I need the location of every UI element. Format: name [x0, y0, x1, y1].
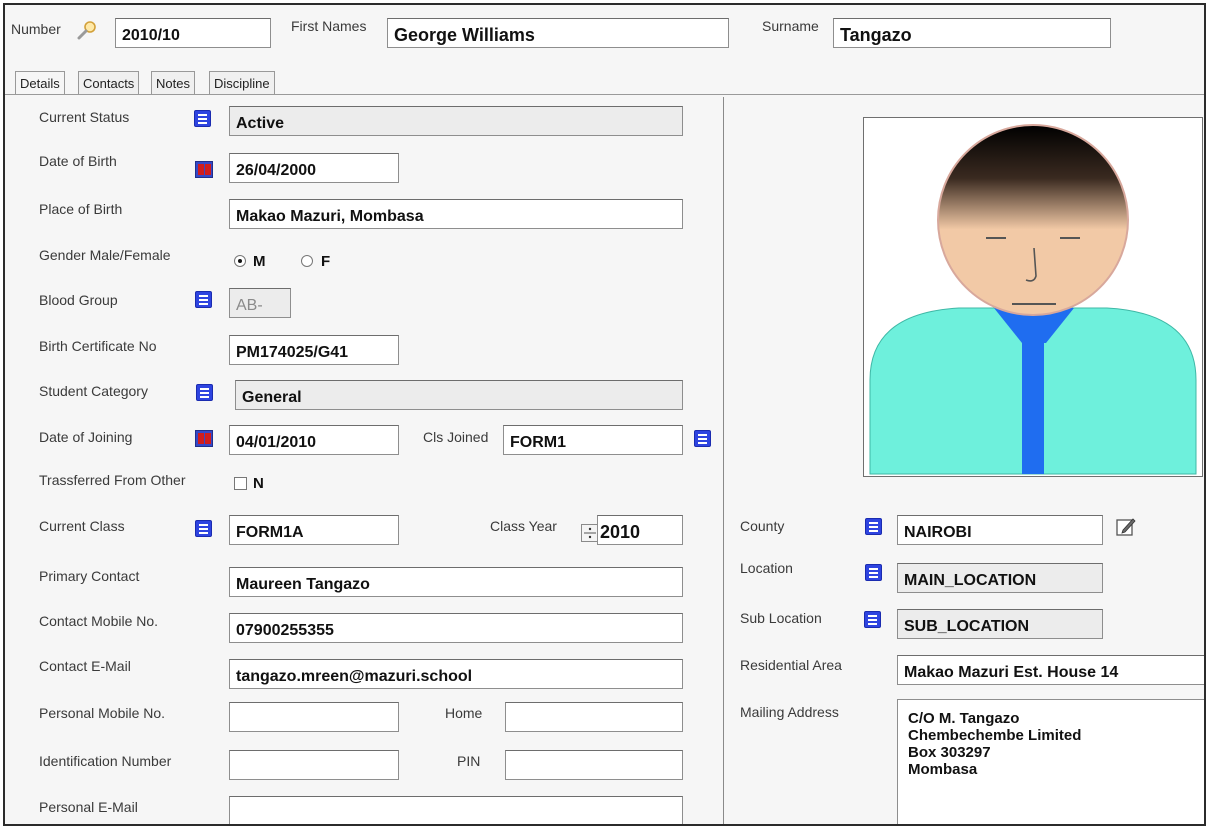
- transferred-label: Trassferred From Other: [39, 472, 186, 488]
- calendar-icon[interactable]: [195, 430, 213, 447]
- list-icon[interactable]: [865, 564, 882, 581]
- list-icon[interactable]: [864, 611, 881, 628]
- county-label: County: [740, 518, 785, 534]
- current-status-field[interactable]: Active: [229, 106, 683, 136]
- transferred-checkbox[interactable]: [234, 477, 247, 490]
- place-of-birth-label: Place of Birth: [39, 201, 123, 217]
- number-field[interactable]: 2010/10: [115, 18, 271, 48]
- sub-location-label: Sub Location: [740, 610, 822, 626]
- current-class-label: Current Class: [39, 518, 125, 534]
- blood-group-label: Blood Group: [39, 292, 118, 308]
- gender-male-radio[interactable]: [234, 255, 246, 267]
- transferred-value: N: [253, 475, 264, 492]
- mailing-address-field[interactable]: C/O M. Tangazo Chembechembe Limited Box …: [897, 699, 1204, 824]
- sub-location-field[interactable]: SUB_LOCATION: [897, 609, 1103, 639]
- primary-contact-field[interactable]: Maureen Tangazo: [229, 567, 683, 597]
- edit-icon[interactable]: [1116, 517, 1136, 537]
- class-year-field[interactable]: 2010: [597, 515, 683, 545]
- residential-area-label: Residential Area: [740, 657, 842, 673]
- student-category-label: Student Category: [39, 383, 148, 399]
- tab-strip-line: [5, 94, 1204, 95]
- mailing-address-line: Mombasa: [908, 761, 978, 778]
- personal-mobile-field[interactable]: [229, 702, 399, 732]
- location-field[interactable]: MAIN_LOCATION: [897, 563, 1103, 593]
- first-names-field[interactable]: George Williams: [387, 18, 729, 48]
- current-class-field[interactable]: FORM1A: [229, 515, 399, 545]
- class-year-label: Class Year: [490, 518, 557, 534]
- search-icon[interactable]: [77, 20, 99, 40]
- current-status-label: Current Status: [39, 109, 130, 125]
- birth-certificate-field[interactable]: PM174025/G41: [229, 335, 399, 365]
- identification-number-field[interactable]: [229, 750, 399, 780]
- personal-email-field[interactable]: [229, 796, 683, 824]
- gender-female-radio[interactable]: [301, 255, 313, 267]
- home-field[interactable]: [505, 702, 683, 732]
- gender-male-label: M: [253, 253, 266, 270]
- avatar: [869, 124, 1197, 475]
- panel-divider: [723, 97, 724, 824]
- tab-details[interactable]: Details: [15, 71, 65, 95]
- list-icon[interactable]: [865, 518, 882, 535]
- date-of-birth-label: Date of Birth: [39, 153, 117, 169]
- list-icon[interactable]: [694, 430, 711, 447]
- cls-joined-field[interactable]: FORM1: [503, 425, 683, 455]
- gender-female-label: F: [321, 253, 331, 270]
- tab-discipline[interactable]: Discipline: [209, 71, 275, 95]
- birth-certificate-label: Birth Certificate No: [39, 338, 157, 354]
- gender-label: Gender Male/Female: [39, 247, 171, 263]
- student-photo[interactable]: [863, 117, 1203, 477]
- mailing-address-line: Box 303297: [908, 744, 991, 761]
- student-category-field[interactable]: General: [235, 380, 683, 410]
- home-label: Home: [445, 705, 483, 721]
- personal-mobile-label: Personal Mobile No.: [39, 705, 166, 721]
- place-of-birth-field[interactable]: Makao Mazuri, Mombasa: [229, 199, 683, 229]
- list-icon[interactable]: [196, 384, 213, 401]
- date-of-joining-label: Date of Joining: [39, 429, 133, 445]
- tab-contacts[interactable]: Contacts: [78, 71, 140, 95]
- contact-email-label: Contact E-Mail: [39, 658, 131, 674]
- mailing-address-line: C/O M. Tangazo: [908, 710, 1020, 727]
- contact-mobile-label: Contact Mobile No.: [39, 613, 159, 629]
- pin-label: PIN: [457, 753, 481, 769]
- mailing-address-label: Mailing Address: [740, 704, 839, 720]
- list-icon[interactable]: [194, 110, 211, 127]
- list-icon[interactable]: [195, 520, 212, 537]
- identification-number-label: Identification Number: [39, 753, 172, 769]
- surname-field[interactable]: Tangazo: [833, 18, 1111, 48]
- calendar-icon[interactable]: [195, 161, 213, 178]
- date-of-joining-field[interactable]: 04/01/2010: [229, 425, 399, 455]
- primary-contact-label: Primary Contact: [39, 568, 140, 584]
- contact-email-field[interactable]: tangazo.mreen@mazuri.school: [229, 659, 683, 689]
- tab-notes[interactable]: Notes: [151, 71, 195, 95]
- mailing-address-line: Chembechembe Limited: [908, 727, 1082, 744]
- county-field[interactable]: NAIROBI: [897, 515, 1103, 545]
- residential-area-field[interactable]: Makao Mazuri Est. House 14: [897, 655, 1204, 685]
- personal-email-label: Personal E-Mail: [39, 799, 138, 815]
- date-of-birth-field[interactable]: 26/04/2000: [229, 153, 399, 183]
- contact-mobile-field[interactable]: 07900255355: [229, 613, 683, 643]
- location-label: Location: [740, 560, 793, 576]
- cls-joined-label: Cls Joined: [423, 429, 489, 445]
- list-icon[interactable]: [195, 291, 212, 308]
- student-details-form: Number 2010/10 First Names George Willia…: [3, 3, 1206, 826]
- number-label: Number: [11, 21, 61, 37]
- surname-label: Surname: [762, 18, 819, 34]
- first-names-label: First Names: [291, 18, 367, 34]
- blood-group-field[interactable]: AB-: [229, 288, 291, 318]
- pin-field[interactable]: [505, 750, 683, 780]
